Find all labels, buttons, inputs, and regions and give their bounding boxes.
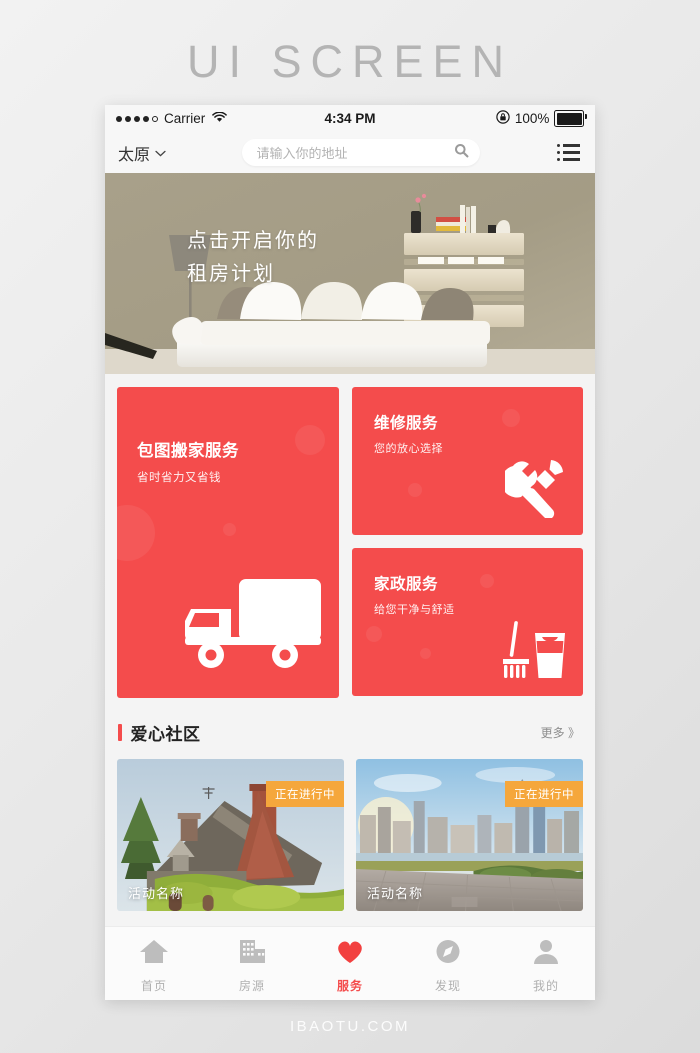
page-title: UI SCREEN [186,36,514,87]
search-icon[interactable] [454,143,469,163]
search-area: 请输入你的地址 [166,139,555,166]
city-label: 太原 [118,146,151,164]
signal-strength-icon [116,115,158,122]
tab-home[interactable]: 首页 [105,927,203,1000]
menu-icon[interactable] [555,142,582,162]
section-accent-bar [118,724,122,741]
battery-percent-label: 100% [514,111,550,126]
chevron-down-icon [155,144,166,162]
wifi-icon [212,111,228,126]
rotation-lock-icon [496,110,510,127]
decor-bubble [295,425,325,455]
decor-bubble [480,574,494,588]
tab-mine[interactable]: 我的 [497,927,595,1000]
moving-truck-icon [181,575,321,676]
service-card-column-left: 包图搬家服务 省时省力又省钱 [117,387,339,698]
activity-name: 活动名称 [367,886,424,901]
hero-line-2: 租房计划 [187,263,275,285]
service-card-moving[interactable]: 包图搬家服务 省时省力又省钱 [117,387,339,698]
section-title: 爱心社区 [130,725,201,744]
battery-icon [554,110,587,127]
service-card-housekeeping[interactable]: 家政服务 给您干净与舒适 [352,548,583,696]
tab-label: 房源 [238,978,265,993]
tab-label: 我的 [532,978,559,993]
hero-line-1: 点击开启你的 [187,230,319,252]
page-footer: IBAOTU.COM [289,1018,410,1035]
hero-banner[interactable]: 点击开启你的 租房计划 [105,173,595,374]
tab-label: 服务 [336,978,363,993]
service-card-title: 家政服务 [374,576,439,593]
broom-bucket-icon [495,619,567,686]
activity-list: 正在进行中 活动名称 正在进行中 活动名称 [105,759,595,911]
decor-bubble [502,409,520,427]
status-bar-right: 100% [496,110,587,127]
city-selector[interactable]: 太原 [118,141,166,165]
activity-card[interactable]: 正在进行中 活动名称 [356,759,583,911]
carrier-label: Carrier [164,111,206,126]
service-card-subtitle: 您的放心选择 [374,443,443,455]
tab-listings[interactable]: 房源 [203,927,301,1000]
decor-bubble [420,648,431,659]
home-icon [139,938,169,970]
activity-status-badge: 正在进行中 [266,781,344,807]
service-card-repair[interactable]: 维修服务 您的放心选择 [352,387,583,535]
hero-room-image [105,173,595,374]
service-card-title: 维修服务 [374,415,439,432]
heart-icon [335,938,365,970]
service-card-subtitle: 给您干净与舒适 [374,604,455,616]
activity-name: 活动名称 [128,886,185,901]
activity-status-badge: 正在进行中 [505,781,583,807]
activity-card[interactable]: 正在进行中 活动名称 [117,759,344,911]
tab-label: 首页 [140,978,167,993]
decor-bubble [408,483,422,497]
search-input[interactable]: 请输入你的地址 [241,139,480,166]
decor-bubble [117,505,155,561]
app-header: 太原 请输入你的地址 [105,132,595,173]
decor-bubble [366,626,382,642]
community-section-header: 爱心社区 更多 》 [105,698,595,759]
wrench-hammer-icon [500,456,567,523]
service-card-subtitle: 省时省力又省钱 [137,472,221,484]
person-icon [531,938,561,970]
status-bar: Carrier 4:34 PM 100% [105,105,595,132]
service-cards: 包图搬家服务 省时省力又省钱 维修服务 您的放心选择 家政服务 给您干净与舒适 [105,374,595,698]
tab-services[interactable]: 服务 [301,927,399,1000]
compass-icon [433,938,463,970]
service-card-column-right: 维修服务 您的放心选择 家政服务 给您干净与舒适 [352,387,583,698]
bottom-tab-bar: 首页 房源 服务 发现 我的 [105,926,595,1000]
status-bar-left: Carrier [116,111,228,126]
building-icon [237,938,267,970]
tab-label: 发现 [434,978,461,993]
tab-discover[interactable]: 发现 [399,927,497,1000]
decor-bubble [223,523,236,536]
hero-text: 点击开启你的 租房计划 [187,225,319,291]
phone-mockup: Carrier 4:34 PM 100% 太原 请输入你的地址 点击开启你的 租… [105,105,595,1000]
search-placeholder: 请输入你的地址 [256,146,348,161]
more-link[interactable]: 更多 》 [541,724,580,741]
